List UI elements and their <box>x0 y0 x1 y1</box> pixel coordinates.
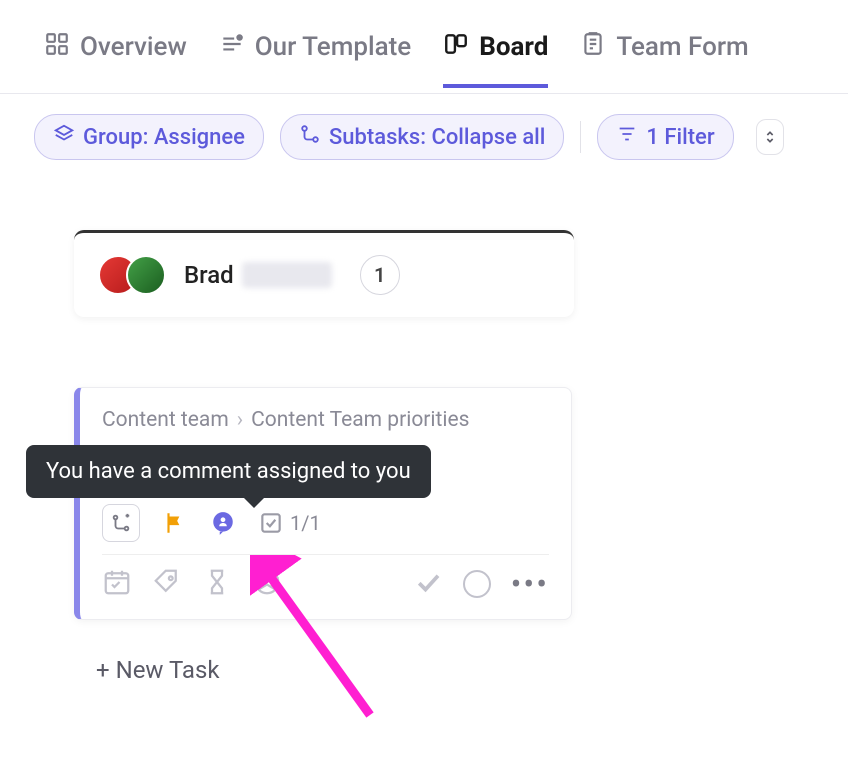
task-count-badge: 1 <box>360 255 400 295</box>
tooltip: You have a comment assigned to you <box>26 445 431 498</box>
tooltip-text: You have a comment assigned to you <box>46 459 411 484</box>
tab-team-form[interactable]: Team Form <box>580 31 748 88</box>
assign-icon[interactable] <box>463 570 491 598</box>
tab-label: Team Form <box>616 32 748 62</box>
pill-label: 1 Filter <box>646 125 714 150</box>
avatar <box>126 255 166 295</box>
due-date-icon[interactable] <box>102 567 132 601</box>
more-options-icon[interactable]: ••• <box>511 579 549 589</box>
filter-icon <box>616 123 638 151</box>
breadcrumb[interactable]: Content team › Content Team priorities <box>102 408 549 432</box>
checklist-count: 1/1 <box>290 511 321 535</box>
tab-overview[interactable]: Overview <box>44 31 187 88</box>
template-icon <box>219 31 245 64</box>
chevron-right-icon: › <box>237 408 243 432</box>
filter-row: Group: Assignee Subtasks: Collapse all 1… <box>0 94 848 180</box>
tab-label: Overview <box>80 32 187 62</box>
new-task-label: + New Task <box>96 656 220 684</box>
task-action-row: ••• <box>102 567 549 601</box>
grid-icon <box>44 31 70 64</box>
add-subtask-button[interactable] <box>102 504 140 542</box>
task-meta-row: 1/1 <box>102 492 549 555</box>
breadcrumb-child: Content Team priorities <box>251 408 469 432</box>
assignee-first-name: Brad <box>184 261 234 289</box>
view-tabs: Overview Our Template Board Team Form <box>0 0 848 94</box>
tab-board[interactable]: Board <box>443 31 548 88</box>
checklist-indicator[interactable]: 1/1 <box>258 510 321 536</box>
assigned-comment-indicator[interactable] <box>210 510 236 536</box>
tab-label: Board <box>479 32 548 62</box>
pill-label: Group: Assignee <box>83 125 245 150</box>
sprint-points-icon[interactable] <box>252 567 282 601</box>
board-icon <box>443 31 469 64</box>
tab-label: Our Template <box>255 32 411 62</box>
new-task-button[interactable]: + New Task <box>96 656 848 684</box>
filter-pill[interactable]: 1 Filter <box>597 114 733 160</box>
group-pill[interactable]: Group: Assignee <box>34 114 264 160</box>
pill-label: Subtasks: Collapse all <box>329 125 545 150</box>
mark-complete-icon[interactable] <box>413 567 443 601</box>
subtask-icon <box>299 123 321 151</box>
form-icon <box>580 31 606 64</box>
tag-icon[interactable] <box>152 567 182 601</box>
task-card[interactable]: Content team › Content Team priorities 1… <box>74 387 572 620</box>
priority-flag[interactable] <box>162 510 188 536</box>
divider <box>580 121 581 153</box>
breadcrumb-parent: Content team <box>102 408 229 432</box>
expand-collapse-button[interactable] <box>756 119 784 155</box>
layers-icon <box>53 123 75 151</box>
tab-our-template[interactable]: Our Template <box>219 31 411 88</box>
assignee-avatars <box>98 255 166 295</box>
column-header-card[interactable]: Brad 1 <box>74 230 574 317</box>
assignee-name: Brad <box>184 261 332 289</box>
redacted-text <box>242 262 332 288</box>
time-estimate-icon[interactable] <box>202 567 232 601</box>
subtasks-pill[interactable]: Subtasks: Collapse all <box>280 114 564 160</box>
